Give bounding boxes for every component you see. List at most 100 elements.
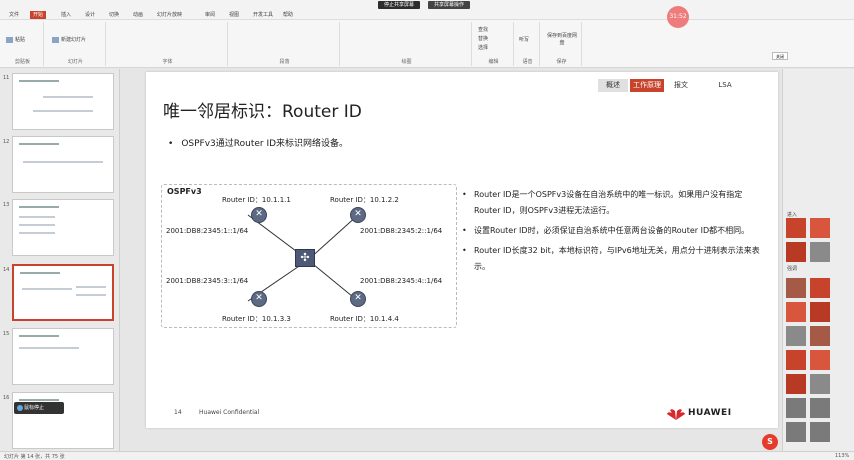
chat-popup[interactable]: 鼠标停止 xyxy=(14,402,64,414)
interface-label: 2001:DB8:2345:4::1/64 xyxy=(360,277,443,285)
animation-effect-tile[interactable] xyxy=(786,242,806,262)
animation-effect-tile[interactable] xyxy=(810,350,830,370)
animation-effect-tile[interactable] xyxy=(786,422,806,442)
zoom-level[interactable]: 113% xyxy=(835,453,849,459)
router-id-label: Router ID：10.1.3.3 xyxy=(222,315,291,323)
ribbon-group-drawing: 绘图 xyxy=(342,22,472,66)
stop-share-button[interactable]: 停止共享屏幕 xyxy=(378,1,421,9)
animation-effect-tile[interactable] xyxy=(786,398,806,418)
animation-effect-tile[interactable] xyxy=(810,326,830,346)
slide-count-status: 幻灯片 第 14 张，共 75 张 xyxy=(4,454,65,460)
animation-effect-tile[interactable] xyxy=(786,326,806,346)
record-badge-icon[interactable]: S xyxy=(762,434,778,450)
section-emphasis: 强调 xyxy=(787,266,798,272)
ribbon-group-editing: 查找 替换 选择 编辑 xyxy=(474,22,514,66)
slide-thumbnail-16[interactable] xyxy=(12,392,114,449)
ribbon-group-voice: 听写 语音 xyxy=(516,22,540,66)
animation-effect-tile[interactable] xyxy=(810,398,830,418)
ospf-diagram: OSPFv3 Router ID：10.1.1.1 Router ID：10.1… xyxy=(161,184,457,328)
new-slide-icon xyxy=(52,36,59,43)
ribbon-group-slides: 新建幻灯片 幻灯片 xyxy=(46,22,106,66)
ribbon-group-paragraph: 段落 xyxy=(230,22,340,66)
ribbon-group-clipboard: 粘贴 剪贴板 xyxy=(2,22,44,66)
thumb-number: 16 xyxy=(3,395,10,401)
slide-thumbnail-pane[interactable]: 11 12 13 14 15 16 xyxy=(0,69,120,451)
slide-thumbnail-12[interactable] xyxy=(12,136,114,193)
tab-review[interactable]: 审阅 xyxy=(202,11,218,19)
dictate-button[interactable]: 听写 xyxy=(519,36,529,43)
animation-effect-tile[interactable] xyxy=(810,242,830,262)
thumb-number: 12 xyxy=(3,139,10,145)
thumb-number: 14 xyxy=(3,267,10,273)
paste-icon xyxy=(6,36,13,43)
animation-effect-tile[interactable] xyxy=(786,350,806,370)
interface-label: 2001:DB8:2345:3::1/64 xyxy=(166,277,249,285)
ribbon-group-save: 保存到百度网盘 保存 xyxy=(542,22,582,66)
thumb-number: 13 xyxy=(3,202,10,208)
ribbon-group-font: 字体 xyxy=(108,22,228,66)
bullet-item: Router ID长度32 bit，本地标识符，与IPv6地址无关，用点分十进制… xyxy=(460,243,760,275)
select-button[interactable]: 选择 xyxy=(478,44,488,51)
tab-view[interactable]: 视图 xyxy=(226,11,242,19)
animation-effect-tile[interactable] xyxy=(786,302,806,322)
animation-effect-tile[interactable] xyxy=(810,278,830,298)
router-id-bullets: Router ID是一个OSPFv3设备在自治系统中的唯一标识。如果用户没有指定… xyxy=(460,187,760,279)
animation-effect-tile[interactable] xyxy=(810,422,830,442)
slide-thumbnail-14[interactable] xyxy=(12,264,114,321)
tab-home[interactable]: 开始 xyxy=(30,11,47,19)
slide-title: 唯一邻居标识：Router ID xyxy=(163,102,362,122)
router-icon xyxy=(251,291,267,307)
animation-effect-tile[interactable] xyxy=(786,278,806,298)
close-button[interactable]: 关闭 xyxy=(772,52,788,60)
tab-animations[interactable]: 动画 xyxy=(130,11,146,19)
slide-bullet-main: OSPFv3通过Router ID来标识网络设备。 xyxy=(168,136,348,149)
slide-thumbnail-13[interactable] xyxy=(12,199,114,256)
slide-thumbnail-15[interactable] xyxy=(12,328,114,385)
animation-effect-tile[interactable] xyxy=(810,374,830,394)
nav-tab-overview[interactable]: 概述 xyxy=(598,79,628,92)
section-entrance: 进入 xyxy=(787,212,798,218)
tab-file[interactable]: 文件 xyxy=(6,11,22,19)
nav-tab-principle[interactable]: 工作原理 xyxy=(630,79,664,92)
tab-transitions[interactable]: 切换 xyxy=(106,11,122,19)
slide-canvas[interactable]: 概述 工作原理 报文 LSA 唯一邻居标识：Router ID OSPFv3通过… xyxy=(146,72,778,428)
thumb-number: 15 xyxy=(3,331,10,337)
huawei-logo: HUAWEI xyxy=(666,406,746,420)
status-bar: 幻灯片 第 14 张，共 75 张 113% xyxy=(0,451,854,460)
title-bar xyxy=(0,0,854,10)
router-id-label: Router ID：10.1.2.2 xyxy=(330,196,399,204)
animation-effect-tile[interactable] xyxy=(810,218,830,238)
replace-button[interactable]: 替换 xyxy=(478,35,488,42)
thumb-number: 11 xyxy=(3,75,10,81)
paste-button[interactable]: 粘贴 xyxy=(6,36,25,43)
ribbon-tabs: 文件 开始 插入 设计 切换 动画 幻灯片放映 审阅 视图 开发工具 帮助 xyxy=(0,10,854,20)
huawei-flower-icon xyxy=(667,409,685,420)
tab-help[interactable]: 帮助 xyxy=(280,11,296,19)
nav-tab-lsa[interactable]: LSA xyxy=(710,79,740,92)
tab-developer[interactable]: 开发工具 xyxy=(250,11,276,19)
router-id-label: Router ID：10.1.1.1 xyxy=(222,196,291,204)
router-icon xyxy=(251,207,267,223)
animation-effect-tile[interactable] xyxy=(810,302,830,322)
tab-slideshow[interactable]: 幻灯片放映 xyxy=(154,11,185,19)
ribbon: 粘贴 剪贴板 新建幻灯片 幻灯片 字体 段落 绘图 查找 替换 选择 编辑 听写… xyxy=(0,20,854,68)
save-baidu-button[interactable]: 保存到百度网盘 xyxy=(545,32,579,46)
animation-effect-tile[interactable] xyxy=(786,218,806,238)
bullet-item: Router ID是一个OSPFv3设备在自治系统中的唯一标识。如果用户没有指定… xyxy=(460,187,760,219)
router-id-label: Router ID：10.1.4.4 xyxy=(330,315,399,323)
router-icon xyxy=(350,291,366,307)
confidential-label: Huawei Confidential xyxy=(199,409,260,416)
animation-effect-tile[interactable] xyxy=(786,374,806,394)
switch-icon xyxy=(295,249,315,267)
tab-insert[interactable]: 插入 xyxy=(58,11,74,19)
tab-design[interactable]: 设计 xyxy=(82,11,98,19)
new-slide-button[interactable]: 新建幻灯片 xyxy=(52,36,86,43)
interface-label: 2001:DB8:2345:2::1/64 xyxy=(360,227,443,235)
find-button[interactable]: 查找 xyxy=(478,26,488,33)
nav-tab-packet[interactable]: 报文 xyxy=(666,79,696,92)
interface-label: 2001:DB8:2345:1::1/64 xyxy=(166,227,249,235)
timer-badge: 31:52 xyxy=(667,6,689,28)
slide-thumbnail-11[interactable] xyxy=(12,73,114,130)
share-screen-button[interactable]: 共享屏幕操作 xyxy=(428,1,471,9)
router-icon xyxy=(350,207,366,223)
